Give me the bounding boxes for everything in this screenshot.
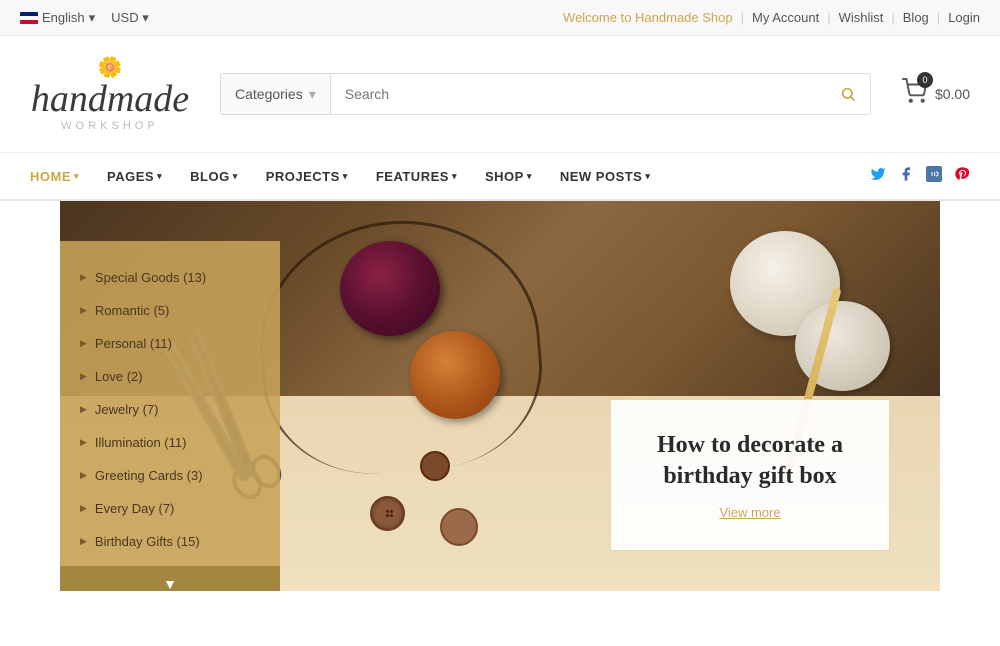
nav-item-pages[interactable]: PAGES ▾ (107, 169, 162, 184)
logo-swirl: 🌼 (30, 56, 190, 80)
login-link[interactable]: Login (948, 10, 980, 25)
nav-item-features[interactable]: FEATURES ▾ (376, 169, 457, 184)
top-bar: English ▾ USD ▾ Welcome to Handmade Shop… (0, 0, 1000, 36)
vk-icon[interactable] (926, 166, 942, 186)
sidebar-arrow-special: ▶ (80, 272, 87, 283)
sidebar-label-romantic: Romantic (5) (95, 303, 169, 318)
lang-chevron: ▾ (89, 10, 96, 26)
sidebar-label-personal: Personal (11) (95, 336, 172, 351)
search-icon (840, 86, 856, 102)
social-links (870, 166, 970, 186)
nav-item-blog[interactable]: BLOG ▾ (190, 169, 238, 184)
sidebar-expand-button[interactable]: ▼ (60, 566, 280, 591)
flag-icon (20, 12, 38, 24)
nav-item-home[interactable]: HOME ▾ (30, 169, 79, 184)
my-account-link[interactable]: My Account (752, 10, 819, 25)
cart-icon-wrapper: 0 (901, 78, 927, 110)
cart-badge: 0 (917, 72, 933, 88)
language-selector[interactable]: English ▾ (20, 10, 95, 26)
search-input[interactable] (331, 74, 826, 114)
search-bar: Categories ▾ (220, 73, 871, 115)
logo[interactable]: 🌼 handmade workshop (30, 56, 190, 132)
nav-bar: HOME ▾ PAGES ▾ BLOG ▾ PROJECTS ▾ FEATURE… (0, 153, 1000, 201)
sidebar-label-birthday-gifts: Birthday Gifts (15) (95, 534, 200, 549)
search-button[interactable] (826, 74, 870, 114)
sidebar-label-illumination: Illumination (11) (95, 435, 187, 450)
cart-price: $0.00 (935, 86, 970, 102)
sidebar-label-love: Love (2) (95, 369, 143, 384)
sidebar-item-birthday-gifts[interactable]: ▶ Birthday Gifts (15) (60, 525, 280, 558)
categories-label: Categories (235, 86, 303, 102)
sidebar-item-every-day[interactable]: ▶ Every Day (7) (60, 492, 280, 525)
category-sidebar: ▶ Special Goods (13) ▶ Romantic (5) ▶ Pe… (60, 241, 280, 591)
currency-selector[interactable]: USD ▾ (111, 10, 149, 26)
sidebar-item-jewelry[interactable]: ▶ Jewelry (7) (60, 393, 280, 426)
nav-item-shop[interactable]: SHOP ▾ (485, 169, 532, 184)
wishlist-link[interactable]: Wishlist (839, 10, 884, 25)
facebook-icon[interactable] (898, 166, 914, 186)
twitter-icon[interactable] (870, 166, 886, 186)
sidebar-label-greeting-cards: Greeting Cards (3) (95, 468, 203, 483)
sidebar-item-illumination[interactable]: ▶ Illumination (11) (60, 426, 280, 459)
sidebar-label-jewelry: Jewelry (7) (95, 402, 159, 417)
sidebar-item-love[interactable]: ▶ Love (2) (60, 360, 280, 393)
sidebar-item-special-goods[interactable]: ▶ Special Goods (13) (60, 261, 280, 294)
language-label: English (42, 10, 85, 25)
nav-item-new-posts[interactable]: NEW POSTS ▾ (560, 169, 651, 184)
cart[interactable]: 0 $0.00 (901, 78, 970, 110)
home-arrow: ▾ (74, 171, 79, 182)
sidebar-item-romantic[interactable]: ▶ Romantic (5) (60, 294, 280, 327)
header: 🌼 handmade workshop Categories ▾ 0 $0.00 (0, 36, 1000, 153)
hero-view-more-link[interactable]: View more (719, 505, 780, 520)
nav-item-projects[interactable]: PROJECTS ▾ (266, 169, 348, 184)
hero-text-box: How to decorate a birthday gift box View… (610, 399, 890, 551)
top-bar-left: English ▾ USD ▾ (20, 10, 149, 26)
welcome-text: Welcome to Handmade Shop (563, 10, 733, 25)
hero-section: ▶ Special Goods (13) ▶ Romantic (5) ▶ Pe… (0, 201, 1000, 611)
sidebar-item-greeting-cards[interactable]: ▶ Greeting Cards (3) (60, 459, 280, 492)
top-bar-right: Welcome to Handmade Shop | My Account | … (563, 10, 980, 25)
logo-main-text: handmade (30, 80, 190, 118)
hero-title: How to decorate a birthday gift box (651, 430, 849, 492)
categories-dropdown[interactable]: Categories ▾ (221, 74, 331, 114)
blog-link[interactable]: Blog (903, 10, 929, 25)
logo-sub-text: workshop (30, 120, 190, 132)
hero-container: ▶ Special Goods (13) ▶ Romantic (5) ▶ Pe… (60, 201, 940, 591)
sidebar-label-every-day: Every Day (7) (95, 501, 174, 516)
pinterest-icon[interactable] (954, 166, 970, 186)
nav-links: HOME ▾ PAGES ▾ BLOG ▾ PROJECTS ▾ FEATURE… (30, 169, 650, 184)
sidebar-label-special-goods: Special Goods (13) (95, 270, 206, 285)
expand-icon: ▼ (163, 576, 177, 591)
categories-chevron: ▾ (309, 86, 316, 103)
sidebar-item-personal[interactable]: ▶ Personal (11) (60, 327, 280, 360)
